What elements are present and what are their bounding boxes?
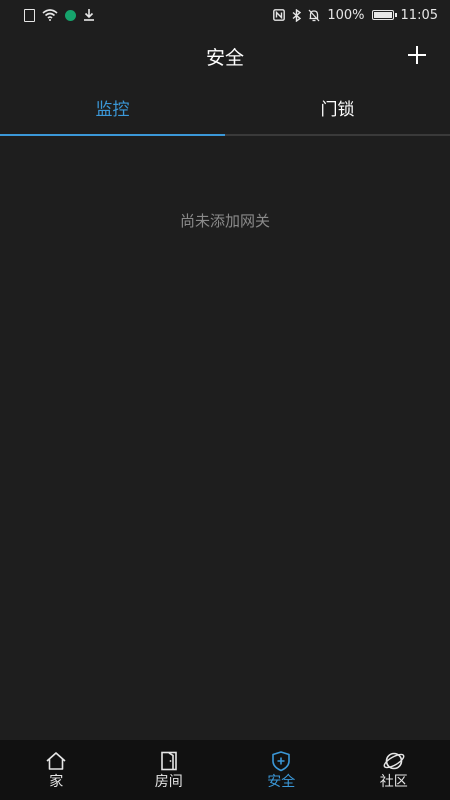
page-title: 安全 — [205, 47, 244, 69]
nav-label-home: 家 — [49, 773, 64, 790]
status-right-icons: 100% 11:05 — [273, 8, 438, 23]
battery-icon — [371, 10, 397, 20]
plus-icon — [408, 46, 426, 64]
bluetooth-icon — [292, 8, 302, 22]
planet-icon — [383, 752, 405, 769]
nfc-icon — [273, 9, 286, 21]
door-icon — [160, 751, 177, 770]
download-icon — [84, 9, 94, 21]
wifi-icon — [42, 9, 58, 21]
clock: 11:05 — [400, 7, 438, 23]
shield-icon — [272, 750, 291, 771]
battery-level — [373, 12, 392, 18]
tab-bar: 监控 门锁 — [0, 86, 450, 136]
app-dot-icon — [65, 9, 76, 21]
nav-label-rooms: 房间 — [154, 773, 183, 790]
bottom-nav: 家 房间 安全 社区 — [0, 740, 450, 800]
home-icon — [46, 751, 66, 770]
nav-label-community: 社区 — [379, 773, 408, 790]
nav-item-community[interactable]: 社区 — [338, 740, 450, 800]
mute-icon — [308, 9, 320, 21]
tab-door-lock[interactable]: 门锁 — [225, 86, 450, 134]
empty-state-message: 尚未添加网关 — [179, 212, 270, 230]
tab-monitor[interactable]: 监控 — [0, 86, 225, 136]
nav-item-security[interactable]: 安全 — [225, 740, 338, 800]
status-left-icons — [24, 8, 95, 22]
header: 安全 — [0, 30, 450, 86]
sim-icon — [24, 8, 35, 22]
add-button[interactable] — [402, 40, 432, 70]
nav-item-home[interactable]: 家 — [0, 740, 113, 800]
nav-item-rooms[interactable]: 房间 — [113, 740, 226, 800]
nav-label-security: 安全 — [267, 773, 296, 790]
status-bar: 100% 11:05 — [0, 0, 450, 30]
battery-percent: 100% — [327, 7, 365, 23]
